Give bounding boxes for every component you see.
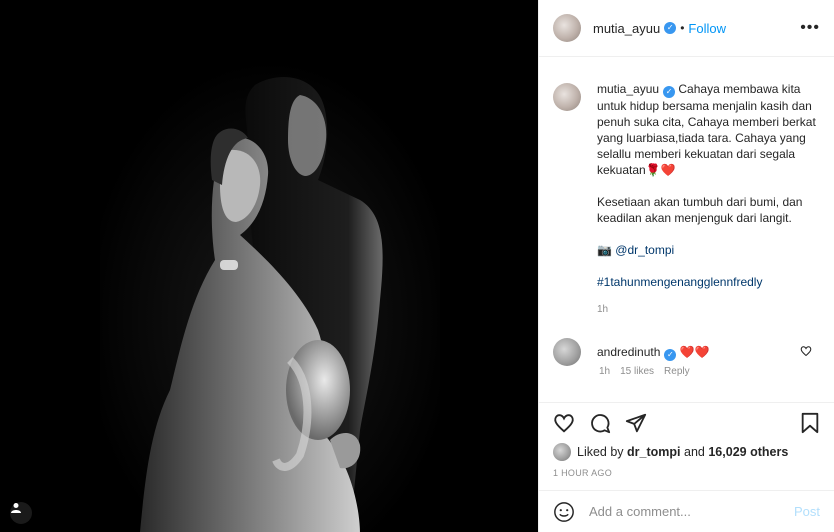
commenter-username[interactable]: andredinuth	[597, 345, 660, 359]
tagged-users-button[interactable]	[10, 502, 32, 524]
likes-and: and	[684, 445, 705, 459]
save-icon[interactable]	[800, 412, 820, 434]
caption-author-avatar[interactable]	[553, 83, 581, 111]
comment-icon[interactable]	[589, 412, 611, 434]
comment-item: andredinuth ✓ ❤️❤️ 1h 15 likes Reply	[553, 338, 820, 377]
instagram-post: mutia_ayuu ✓ • Follow ••• mutia_ayuu ✓ Ca…	[0, 0, 834, 532]
camera-icon: 📷	[597, 243, 612, 257]
caption-text-2: Kesetiaan akan tumbuh dari bumi, dan kea…	[597, 195, 803, 225]
verified-badge-icon: ✓	[663, 86, 676, 98]
mention-link[interactable]: @dr_tompi	[615, 243, 674, 257]
likes-count[interactable]: 16,029 others	[708, 445, 788, 459]
verified-badge-icon: ✓	[664, 22, 677, 34]
reply-button[interactable]: Reply	[664, 366, 690, 377]
liker-avatar[interactable]	[553, 443, 571, 461]
post-comment-button[interactable]: Post	[794, 504, 820, 519]
liked-by-prefix: Liked by	[577, 445, 624, 459]
commenter-avatar[interactable]	[553, 338, 581, 366]
emoji-icon[interactable]	[553, 501, 575, 523]
comment-likes[interactable]: 15 likes	[620, 366, 654, 377]
post-timestamp[interactable]: 1 HOUR AGO	[539, 462, 834, 490]
comment-time: 1h	[599, 366, 611, 377]
liker-username[interactable]: dr_tompi	[627, 445, 680, 459]
post-sidebar: mutia_ayuu ✓ • Follow ••• mutia_ayuu ✓ Ca…	[538, 0, 834, 532]
caption-time: 1h	[597, 304, 609, 315]
share-icon[interactable]	[625, 412, 647, 434]
post-header: mutia_ayuu ✓ • Follow •••	[539, 0, 834, 57]
person-icon	[11, 503, 21, 513]
comments-section: mutia_ayuu ✓ Cahaya membawa kita untuk hi…	[539, 57, 834, 402]
comment-input[interactable]: Add a comment...	[589, 504, 794, 519]
follow-button[interactable]: Follow	[688, 21, 726, 36]
post-photo[interactable]	[0, 0, 538, 532]
caption-author[interactable]: mutia_ayuu	[597, 82, 659, 96]
like-icon[interactable]	[553, 412, 575, 434]
comment-meta: 1h 15 likes Reply	[599, 366, 820, 377]
likes-summary: Liked by dr_tompi and 16,029 others	[539, 442, 834, 462]
add-comment-bar: Add a comment... Post	[539, 490, 834, 532]
caption-body: mutia_ayuu ✓ Cahaya membawa kita untuk hi…	[597, 81, 820, 318]
photo-image	[0, 0, 538, 532]
comment-text: ❤️❤️	[679, 344, 710, 359]
hashtag-link[interactable]: #1tahunmengenangglennfredly	[597, 275, 762, 289]
caption: mutia_ayuu ✓ Cahaya membawa kita untuk hi…	[553, 81, 820, 318]
like-comment-icon[interactable]	[800, 345, 812, 360]
verified-badge-icon: ✓	[664, 348, 677, 361]
author-avatar[interactable]	[553, 14, 581, 42]
caption-text-1: Cahaya membawa kita untuk hidup bersama …	[597, 82, 816, 177]
action-bar	[539, 402, 834, 442]
more-options-icon[interactable]: •••	[800, 19, 820, 37]
author-username[interactable]: mutia_ayuu	[593, 21, 660, 36]
separator-dot: •	[680, 21, 685, 35]
